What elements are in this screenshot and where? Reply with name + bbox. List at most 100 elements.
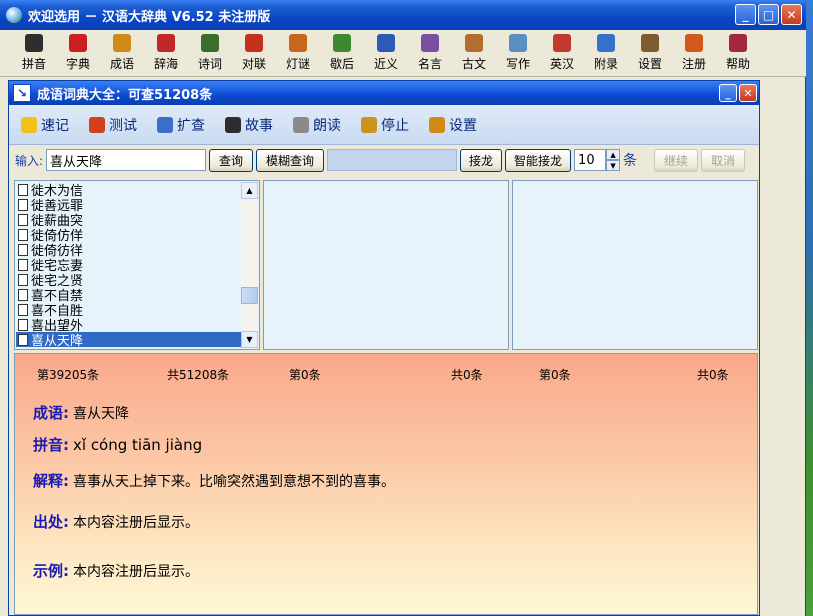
idiom-key: 成语: [33, 404, 69, 422]
toolbar-button-13[interactable]: 附录 [584, 30, 628, 76]
second-result-pane [263, 180, 509, 350]
command-5[interactable]: 停止 [361, 115, 409, 135]
toolbar-icon [377, 34, 395, 52]
toolbar-button-14[interactable]: 设置 [628, 30, 672, 76]
document-icon [18, 273, 28, 286]
count-unit-label: 条 [623, 153, 638, 169]
toolbar-label: 灯谜 [285, 57, 310, 71]
title-bar: 欢迎选用 － 汉语大辞典 V6.52 未注册版 _ □ ✕ [0, 0, 806, 30]
toolbar-button-16[interactable]: 帮助 [716, 30, 760, 76]
meaning-key: 解释: [33, 472, 69, 490]
scroll-thumb[interactable] [241, 287, 258, 304]
maximize-button[interactable]: □ [758, 4, 779, 25]
app-logo-icon [6, 7, 22, 23]
count-stepper[interactable]: ▲ ▼ [574, 149, 621, 171]
toolbar-label: 英汉 [549, 57, 574, 71]
stop-speaker-icon [361, 116, 377, 133]
main-toolbar: 拼音 字典 成语 辞海 诗词 对联 灯谜 歇后 近义 名言 古文 写作 英汉 附录 设置 注册 帮助 [0, 30, 806, 77]
input-label: 输入: [15, 153, 44, 168]
document-icon [18, 198, 28, 211]
count-input[interactable] [574, 149, 607, 171]
idiom-search-input[interactable] [46, 149, 207, 171]
pinyin-key: 拼音: [33, 436, 69, 454]
command-2[interactable]: 扩查 [157, 115, 205, 135]
child-minimize-button[interactable]: _ [719, 84, 737, 102]
document-icon [18, 333, 28, 346]
input-bar: 输入: 查询 模糊查询 接龙 智能接龙 ▲ ▼ 条 继续 取消 [9, 145, 759, 175]
arrows-icon [157, 116, 173, 133]
toolbar-icon [289, 34, 307, 52]
command-3[interactable]: 故事 [225, 115, 273, 135]
command-label: 速记 [41, 117, 69, 134]
toolbar-icon [69, 34, 87, 52]
query-progress-bar [327, 149, 458, 171]
command-label: 朗读 [313, 117, 341, 134]
query-button[interactable]: 查询 [209, 148, 254, 172]
example-row: 示例: 本内容注册后显示。 [33, 560, 199, 581]
toolbar-icon [421, 34, 439, 52]
toolbar-label: 诗词 [197, 57, 222, 71]
stat-index-2: 第0条 [289, 368, 321, 382]
scroll-up-icon[interactable]: ▲ [241, 182, 258, 199]
command-0[interactable]: 速记 [21, 115, 69, 135]
toolbar-label: 附录 [593, 57, 618, 71]
toolbar-label: 对联 [241, 57, 266, 71]
stat-total-1: 共51208条 [167, 368, 230, 382]
example-key: 示例: [33, 562, 69, 580]
command-4[interactable]: 朗读 [293, 115, 341, 135]
toolbar-button-11[interactable]: 写作 [496, 30, 540, 76]
toolbar-icon [157, 34, 175, 52]
toolbar-button-2[interactable]: 成语 [100, 30, 144, 76]
idiom-value: 喜从天降 [73, 406, 129, 422]
car-icon [89, 116, 105, 133]
close-button[interactable]: ✕ [781, 4, 802, 25]
toolbar-button-1[interactable]: 字典 [56, 30, 100, 76]
example-value: 本内容注册后显示。 [73, 564, 199, 580]
document-icon [18, 258, 28, 271]
main-window: 欢迎选用 － 汉语大辞典 V6.52 未注册版 _ □ ✕ 拼音 字典 成语 辞海 诗词… [0, 0, 806, 616]
child-title-bar: ↘ 成语词典大全：可查51208条 _ ✕ [9, 81, 759, 105]
source-row: 出处: 本内容注册后显示。 [33, 511, 199, 532]
restore-arrow-icon[interactable]: ↘ [13, 84, 31, 102]
count-down-icon[interactable]: ▼ [606, 160, 621, 171]
document-icon [18, 213, 28, 226]
cancel-button[interactable]: 取消 [701, 148, 746, 172]
speaker-icon [293, 116, 309, 133]
command-label: 扩查 [177, 117, 205, 134]
toolbar-button-10[interactable]: 古文 [452, 30, 496, 76]
minimize-button[interactable]: _ [735, 4, 756, 25]
toolbar-icon [201, 34, 219, 52]
toolbar-icon [245, 34, 263, 52]
child-close-button[interactable]: ✕ [739, 84, 757, 102]
toolbar-button-4[interactable]: 诗词 [188, 30, 232, 76]
toolbar-button-7[interactable]: 歇后 [320, 30, 364, 76]
list-item[interactable]: 喜从天降 [16, 332, 241, 348]
toolbar-label: 辞海 [153, 57, 178, 71]
toolbar-label: 设置 [637, 57, 662, 71]
scroll-down-icon[interactable]: ▼ [241, 331, 258, 348]
toolbar-icon [553, 34, 571, 52]
toolbar-button-12[interactable]: 英汉 [540, 30, 584, 76]
pinyin-row: 拼音: xǐ cóng tiān jiàng [33, 434, 202, 455]
command-label: 故事 [245, 117, 273, 134]
toolbar-button-8[interactable]: 近义 [364, 30, 408, 76]
command-1[interactable]: 测试 [89, 115, 137, 135]
command-bar: 速记 测试 扩查 故事 朗读 停止 设置 [9, 105, 759, 145]
command-6[interactable]: 设置 [429, 115, 477, 135]
idiom-dictionary-window: ↘ 成语词典大全：可查51208条 _ ✕ 速记 测试 扩查 故事 朗读 停止 设置 输入:… [8, 80, 760, 616]
toolbar-label: 成语 [109, 57, 134, 71]
chain-button[interactable]: 接龙 [460, 148, 503, 172]
smart-chain-button[interactable]: 智能接龙 [505, 148, 572, 172]
toolbar-button-0[interactable]: 拼音 [12, 30, 56, 76]
toolbar-button-9[interactable]: 名言 [408, 30, 452, 76]
list-scrollbar[interactable]: ▲ ▼ [241, 182, 258, 348]
toolbar-label: 拼音 [21, 57, 46, 71]
list-item-label: 喜从天降 [31, 334, 84, 348]
toolbar-button-6[interactable]: 灯谜 [276, 30, 320, 76]
continue-button[interactable]: 继续 [654, 148, 699, 172]
fuzzy-query-button[interactable]: 模糊查询 [256, 148, 325, 172]
toolbar-button-15[interactable]: 注册 [672, 30, 716, 76]
toolbar-button-5[interactable]: 对联 [232, 30, 276, 76]
toolbar-button-3[interactable]: 辞海 [144, 30, 188, 76]
count-up-icon[interactable]: ▲ [606, 149, 621, 160]
